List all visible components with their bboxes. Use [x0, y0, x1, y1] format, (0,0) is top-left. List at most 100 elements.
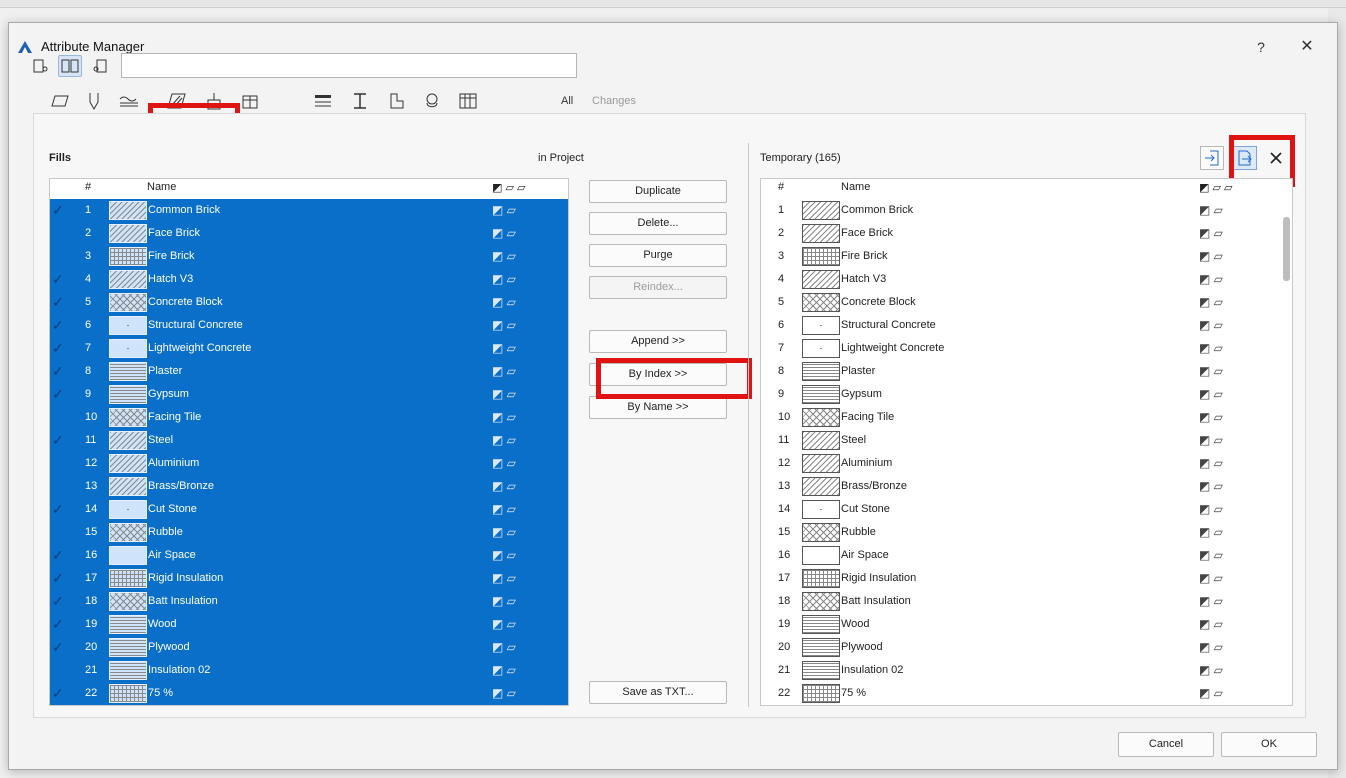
- save-as-txt-button[interactable]: Save as TXT...: [589, 681, 727, 704]
- table-row[interactable]: ✓ 4 Hatch V3 ◩ ▱: [50, 268, 568, 291]
- fill-name: Concrete Block: [148, 296, 223, 308]
- left-fills-table[interactable]: # Name ◩ ▱ ▱ ✓ 1 Common Brick ◩ ▱ 2 Face Bric…: [49, 178, 569, 706]
- table-row[interactable]: 8 Plaster ◩ ▱: [761, 360, 1292, 383]
- tab-profiles[interactable]: [346, 88, 374, 114]
- table-row[interactable]: 16 Air Space ◩ ▱: [761, 544, 1292, 567]
- table-row[interactable]: 15 Rubble ◩ ▱: [761, 521, 1292, 544]
- cancel-button[interactable]: Cancel: [1118, 732, 1214, 757]
- usage-icons: ◩ ▱: [492, 548, 516, 562]
- help-button[interactable]: ?: [1249, 35, 1273, 59]
- table-row[interactable]: 9 Gypsum ◩ ▱: [761, 383, 1292, 406]
- fill-pattern-swatch: [802, 615, 840, 634]
- table-row[interactable]: 13 Brass/Bronze ◩ ▱: [50, 475, 568, 498]
- table-row[interactable]: 12 Aluminium ◩ ▱: [761, 452, 1292, 475]
- by-name-button[interactable]: By Name >>: [589, 396, 727, 419]
- fill-name: Plaster: [841, 365, 876, 377]
- table-row[interactable]: 20 Plywood ◩ ▱: [761, 636, 1292, 659]
- view-left-only-button[interactable]: [29, 55, 53, 77]
- usage-icons: ◩ ▱: [1199, 640, 1223, 654]
- usage-icons: ◩ ▱: [492, 456, 516, 470]
- usage-icons: ◩ ▱: [492, 387, 516, 401]
- table-row[interactable]: 7 Lightweight Concrete ◩ ▱: [761, 337, 1292, 360]
- fill-pattern-swatch: [109, 638, 147, 657]
- table-row[interactable]: ✓ 17 Rigid Insulation ◩ ▱: [50, 567, 568, 590]
- table-row[interactable]: 13 Brass/Bronze ◩ ▱: [761, 475, 1292, 498]
- grid-table-icon: [459, 93, 477, 109]
- tab-line-types[interactable]: [115, 88, 143, 114]
- append-button[interactable]: Append >>: [589, 330, 727, 353]
- fill-pattern-swatch: [109, 592, 147, 611]
- tab-layers[interactable]: [46, 88, 74, 114]
- close-temporary-button[interactable]: [1264, 146, 1288, 170]
- fill-name: Lightweight Concrete: [148, 342, 252, 354]
- table-row[interactable]: 3 Fire Brick ◩ ▱: [50, 245, 568, 268]
- table-row[interactable]: ✓ 7 Lightweight Concrete ◩ ▱: [50, 337, 568, 360]
- table-row[interactable]: 19 Wood ◩ ▱: [761, 613, 1292, 636]
- table-row[interactable]: 2 Face Brick ◩ ▱: [761, 222, 1292, 245]
- checkmark-icon: ✓: [52, 202, 64, 218]
- table-row[interactable]: ✓ 18 Batt Insulation ◩ ▱: [50, 590, 568, 613]
- table-row[interactable]: 1 Common Brick ◩ ▱: [761, 199, 1292, 222]
- right-scrollbar-thumb[interactable]: [1283, 217, 1290, 281]
- tab-composites[interactable]: [200, 88, 228, 114]
- fill-name: Air Space: [841, 549, 889, 561]
- purge-button[interactable]: Purge: [589, 244, 727, 267]
- table-row[interactable]: ✓ 1 Common Brick ◩ ▱: [50, 199, 568, 222]
- table-row[interactable]: ✓ 5 Concrete Block ◩ ▱: [50, 291, 568, 314]
- table-row[interactable]: ✓ 20 Plywood ◩ ▱: [50, 636, 568, 659]
- duplicate-button[interactable]: Duplicate: [589, 180, 727, 203]
- row-number: 1: [85, 204, 92, 216]
- tab-zone-categories[interactable]: [383, 88, 411, 114]
- table-row[interactable]: 21 Insulation 02 ◩ ▱: [761, 659, 1292, 682]
- reindex-button[interactable]: Reindex...: [589, 276, 727, 299]
- table-row[interactable]: 12 Aluminium ◩ ▱: [50, 452, 568, 475]
- table-row[interactable]: 17 Rigid Insulation ◩ ▱: [761, 567, 1292, 590]
- by-index-button[interactable]: By Index >>: [589, 363, 727, 386]
- tab-pens[interactable]: [80, 88, 108, 114]
- table-row[interactable]: 22 75 % ◩ ▱: [761, 682, 1292, 705]
- right-fills-table[interactable]: # Name ◩ ▱ ▱ 1 Common Brick ◩ ▱ 2 Face Brick…: [760, 178, 1293, 706]
- usage-icons: ◩ ▱: [1199, 341, 1223, 355]
- usage-icons: ◩ ▱: [1199, 318, 1223, 332]
- search-input[interactable]: [121, 53, 577, 78]
- row-number: 11: [778, 434, 790, 446]
- table-row[interactable]: 21 Insulation 02 ◩ ▱: [50, 659, 568, 682]
- table-row[interactable]: ✓ 11 Steel ◩ ▱: [50, 429, 568, 452]
- table-row[interactable]: 18 Batt Insulation ◩ ▱: [761, 590, 1292, 613]
- table-row[interactable]: ✓ 22 75 % ◩ ▱: [50, 682, 568, 705]
- fill-pattern-swatch: [802, 408, 840, 427]
- delete-button[interactable]: Delete...: [589, 212, 727, 235]
- table-row[interactable]: 3 Fire Brick ◩ ▱: [761, 245, 1292, 268]
- table-row[interactable]: ✓ 19 Wood ◩ ▱: [50, 613, 568, 636]
- close-window-button[interactable]: ✕: [1295, 35, 1319, 59]
- table-row[interactable]: 10 Facing Tile ◩ ▱: [761, 406, 1292, 429]
- table-row[interactable]: ✓ 16 Air Space ◩ ▱: [50, 544, 568, 567]
- fill-pattern-swatch: [109, 500, 147, 519]
- ok-button[interactable]: OK: [1221, 732, 1317, 757]
- tab-mep-systems[interactable]: [418, 88, 446, 114]
- export-button[interactable]: [1233, 146, 1257, 170]
- table-row[interactable]: 11 Steel ◩ ▱: [761, 429, 1292, 452]
- table-row[interactable]: 6 Structural Concrete ◩ ▱: [761, 314, 1292, 337]
- tab-markup-styles[interactable]: [454, 88, 482, 114]
- view-both-panels-button[interactable]: [58, 55, 82, 77]
- table-row[interactable]: 4 Hatch V3 ◩ ▱: [761, 268, 1292, 291]
- table-row[interactable]: 10 Facing Tile ◩ ▱: [50, 406, 568, 429]
- tab-surfaces[interactable]: [309, 88, 337, 114]
- tab-all[interactable]: All: [561, 88, 573, 114]
- table-row[interactable]: ✓ 8 Plaster ◩ ▱: [50, 360, 568, 383]
- table-row[interactable]: 5 Concrete Block ◩ ▱: [761, 291, 1292, 314]
- tab-building-materials[interactable]: [236, 88, 264, 114]
- table-row[interactable]: 15 Rubble ◩ ▱: [50, 521, 568, 544]
- fill-name: Batt Insulation: [148, 595, 218, 607]
- table-row[interactable]: ✓ 14 Cut Stone ◩ ▱: [50, 498, 568, 521]
- import-button[interactable]: [1200, 146, 1224, 170]
- usage-icons: ◩ ▱: [492, 640, 516, 654]
- tab-fills[interactable]: [163, 88, 191, 114]
- table-row[interactable]: ✓ 9 Gypsum ◩ ▱: [50, 383, 568, 406]
- view-right-only-button[interactable]: [88, 55, 112, 77]
- table-row[interactable]: 2 Face Brick ◩ ▱: [50, 222, 568, 245]
- table-row[interactable]: 14 Cut Stone ◩ ▱: [761, 498, 1292, 521]
- table-row[interactable]: ✓ 6 Structural Concrete ◩ ▱: [50, 314, 568, 337]
- tab-changes[interactable]: Changes: [592, 88, 636, 114]
